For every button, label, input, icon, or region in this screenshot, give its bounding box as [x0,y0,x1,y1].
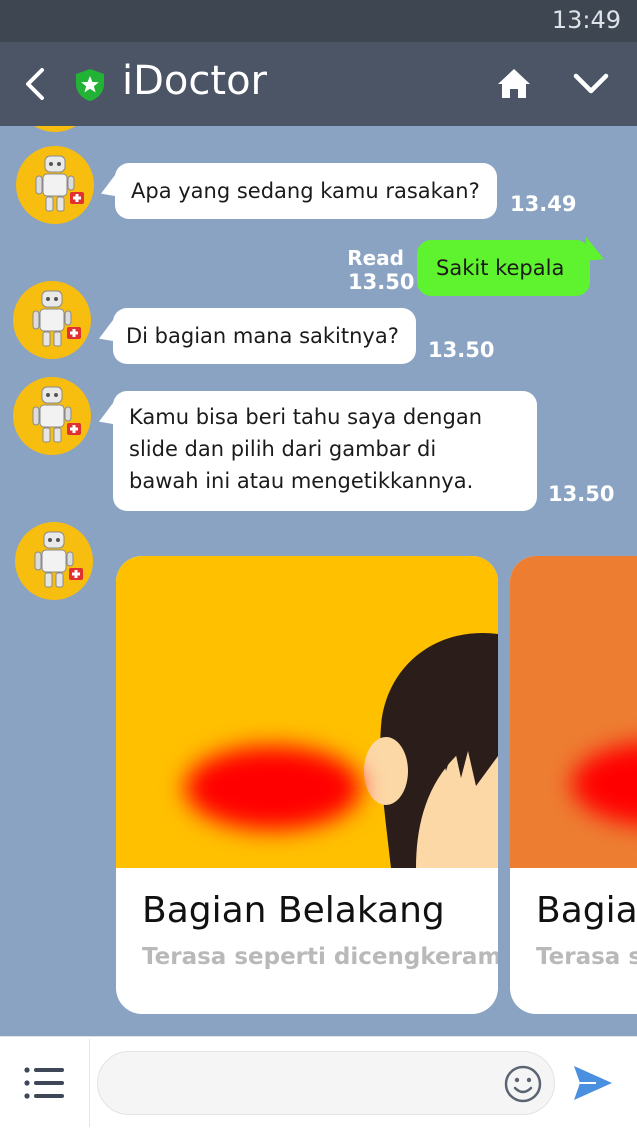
robot-doctor-icon [35,155,84,212]
message-text-line: Kamu bisa beri tahu saya dengan [129,405,483,429]
chevron-left-icon [26,68,44,100]
chevron-down-icon [573,73,609,94]
robot-doctor-icon [34,531,83,588]
message-text-line: bawah ini atau mengetikkannya. [129,469,474,493]
carousel-card[interactable]: Bagian Belakang Terasa seperti dicengker… [116,556,498,1014]
message-timestamp: 13.49 [510,192,577,216]
card-title: Bagian [536,890,637,931]
home-icon [498,69,530,98]
collapse-menu-button[interactable] [570,66,612,102]
list-icon [24,1067,64,1099]
carousel-card[interactable]: Bagian Terasa se [510,556,637,1014]
back-button[interactable] [18,62,54,106]
bot-avatar[interactable] [13,281,91,359]
chat-area[interactable]: Apa yang sedang kamu rasakan? 13.49 Read… [0,126,637,1036]
bot-avatar[interactable] [15,522,93,600]
message-timestamp: 13.50 [348,270,415,294]
send-icon [574,1066,612,1100]
smiley-icon [504,1065,542,1103]
menu-button[interactable] [22,1065,66,1101]
bot-avatar[interactable] [16,146,94,224]
card-title: Bagian Belakang [142,890,445,931]
status-bar: 13:49 [0,0,637,42]
card-subtitle: Terasa seperti dicengkeram [142,944,498,970]
send-button[interactable] [572,1063,614,1103]
message-text: Sakit kepala [436,256,565,280]
message-text: Apa yang sedang kamu rasakan? [131,179,480,203]
head-back-pain-image [116,556,498,868]
message-timestamp: 13.50 [548,482,615,506]
home-button[interactable] [494,64,534,104]
emoji-button[interactable] [503,1064,543,1104]
bot-message-bubble: Kamu bisa beri tahu saya dengan slide da… [99,391,537,511]
bot-message-bubble: Apa yang sedang kamu rasakan? [101,163,497,219]
message-input[interactable] [97,1051,555,1115]
app-header: iDoctor [0,42,637,126]
message-text: Di bagian mana sakitnya? [126,324,399,348]
card-subtitle: Terasa se [536,944,637,970]
message-timestamp: 13.50 [428,338,495,362]
message-input-bar [0,1036,637,1130]
divider [89,1039,90,1127]
status-time: 13:49 [551,6,621,34]
read-receipt: Read [347,246,404,270]
bot-avatar[interactable] [16,126,94,132]
robot-doctor-icon [32,386,81,443]
user-message-bubble: Sakit kepala [417,236,604,296]
bot-message-bubble: Di bagian mana sakitnya? [99,308,416,364]
verified-shield-icon [74,68,106,102]
message-text-line: slide dan pilih dari gambar di [129,437,437,461]
bot-avatar[interactable] [13,377,91,455]
app-title: iDoctor [122,58,267,104]
robot-doctor-icon [32,290,81,347]
head-pain-image [510,556,637,868]
